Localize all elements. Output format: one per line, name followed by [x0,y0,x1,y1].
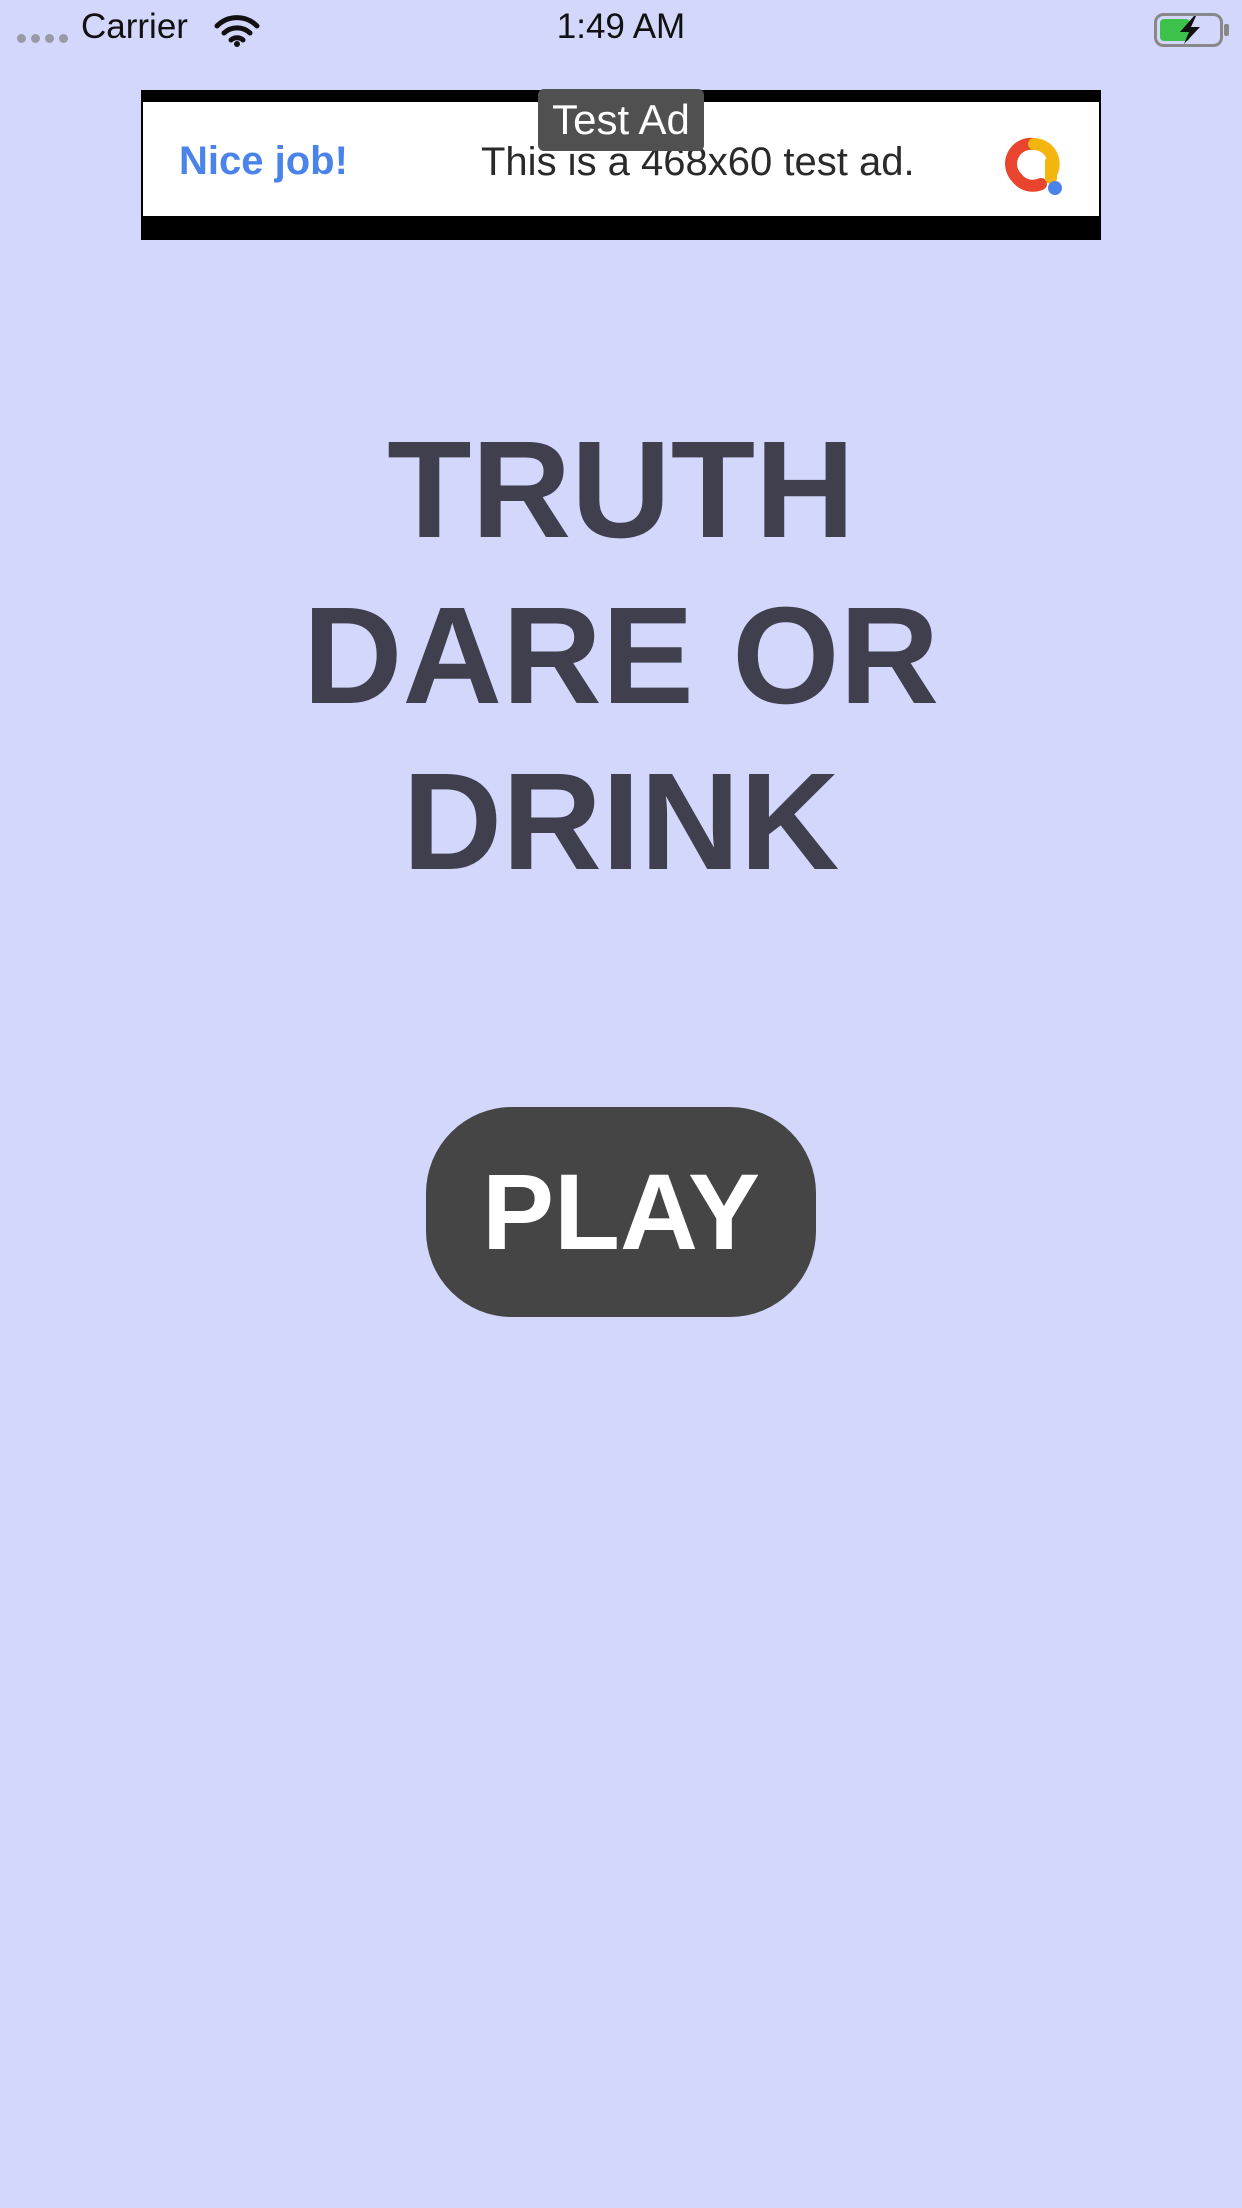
test-ad-label: Test Ad [538,89,704,151]
play-button[interactable]: PLAY [426,1107,816,1317]
title-line-drink: DRINK [402,745,840,899]
ad-banner[interactable]: Nice job! This is a 468x60 test ad. Test… [141,89,1101,240]
game-title: TRUTH DARE OR DRINK [0,407,1242,905]
ad-headline[interactable]: Nice job! [179,139,348,184]
title-line-truth: TRUTH [387,413,855,567]
status-bar: Carrier 1:49 AM [0,0,1242,60]
title-line-dare-or: DARE OR [302,579,940,733]
ad-network-logo-icon[interactable] [1001,132,1067,198]
battery-charging-icon [1154,13,1229,47]
status-time: 1:49 AM [556,7,686,46]
